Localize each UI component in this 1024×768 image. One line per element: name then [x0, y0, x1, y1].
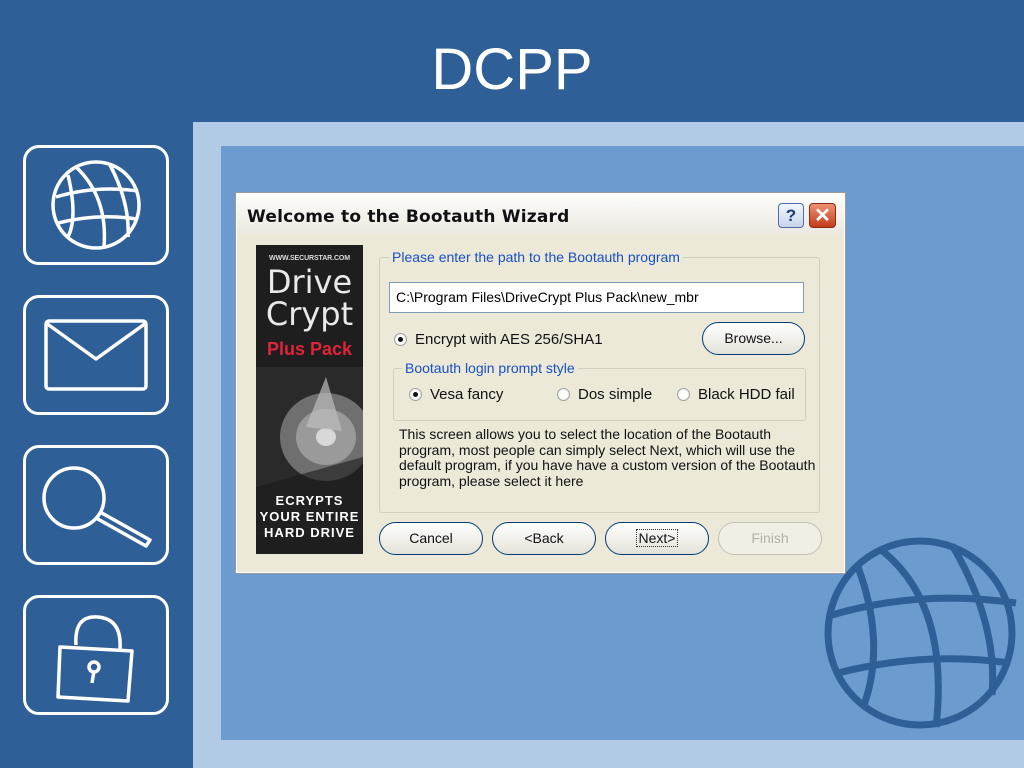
banner-line-crypt: Crypt: [265, 295, 354, 333]
magnifier-icon: [42, 466, 152, 548]
wizard-description: This screen allows you to select the loc…: [399, 426, 816, 489]
drivecrypt-banner: WWW.SECURSTAR.COM Drive Crypt Plus Pack …: [256, 245, 363, 554]
vesa-label: Vesa fancy: [430, 386, 504, 403]
dos-label: Dos simple: [578, 386, 653, 403]
prompt-style-group-label: Bootauth login prompt style: [402, 360, 578, 376]
encrypt-label: Encrypt with AES 256/SHA1: [415, 331, 603, 348]
side-globe-tile: [23, 145, 169, 265]
envelope-icon: [44, 319, 148, 391]
help-button[interactable]: ?: [778, 203, 804, 228]
dialog-title: Welcome to the Bootauth Wizard: [247, 207, 570, 227]
globe-icon: [51, 160, 141, 250]
encrypt-radio[interactable]: [394, 333, 407, 346]
banner-tag-3: HARD DRIVE: [264, 525, 355, 540]
style-option-dos[interactable]: Dos simple: [557, 386, 652, 403]
style-option-vesa[interactable]: Vesa fancy: [409, 386, 503, 403]
back-button[interactable]: <Back: [492, 522, 596, 555]
slide-title: DCPP: [431, 37, 593, 102]
next-button[interactable]: Next>: [605, 522, 709, 555]
cancel-button[interactable]: Cancel: [379, 522, 483, 555]
next-label: Next>: [635, 529, 679, 547]
banner-line-pluspack: Plus Pack: [266, 339, 353, 359]
vesa-radio[interactable]: [409, 388, 422, 401]
banner-url: WWW.SECURSTAR.COM: [269, 255, 350, 262]
side-search-tile: [23, 445, 169, 565]
banner-line-drive: Drive: [266, 263, 353, 301]
black-hdd-radio[interactable]: [677, 388, 690, 401]
path-group-label: Please enter the path to the Bootauth pr…: [389, 249, 683, 265]
bootauth-path-input[interactable]: C:\Program Files\DriveCrypt Plus Pack\ne…: [389, 282, 804, 313]
close-button[interactable]: ✕: [809, 203, 836, 228]
banner-tag-2: YOUR ENTIRE: [259, 509, 360, 524]
dialog-titlebar[interactable]: Welcome to the Bootauth Wizard ? ✕: [237, 194, 844, 234]
browse-button[interactable]: Browse...: [702, 322, 805, 355]
padlock-icon: [56, 615, 134, 703]
style-option-black-hdd[interactable]: Black HDD fail: [677, 386, 795, 403]
finish-button: Finish: [718, 522, 822, 555]
black-hdd-label: Black HDD fail: [698, 386, 795, 403]
side-lock-tile: [23, 595, 169, 715]
encrypt-aes-option[interactable]: Encrypt with AES 256/SHA1: [394, 331, 603, 348]
side-mail-tile: [23, 295, 169, 415]
bootauth-wizard-dialog: Welcome to the Bootauth Wizard ? ✕ WWW.S…: [236, 193, 845, 573]
banner-tag-1: ECRYPTS: [275, 493, 344, 508]
dos-radio[interactable]: [557, 388, 570, 401]
decorative-globe-icon: [824, 537, 1017, 729]
